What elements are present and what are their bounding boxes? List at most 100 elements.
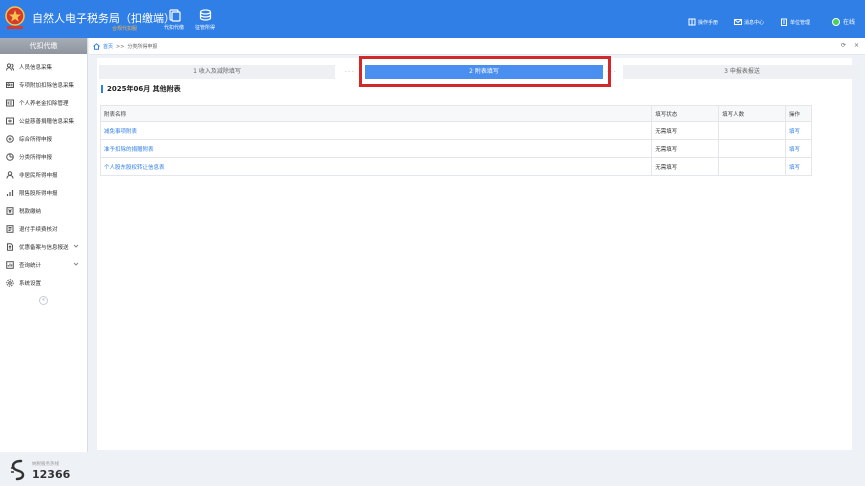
sidebar-item-classified-income[interactable]: 分类所得申报 — [0, 148, 88, 166]
building-icon — [781, 18, 787, 26]
sidebar-item-tax-payment[interactable]: 税款缴纳 — [0, 202, 88, 220]
sidebar-item-settings[interactable]: 系统设置 — [0, 274, 88, 292]
sidebar-item-label: 个人养老金扣除管理 — [19, 101, 69, 107]
wallet-icon — [6, 99, 14, 107]
mail-icon — [734, 19, 742, 25]
sidebar-item-label: 限售股所得申报 — [19, 191, 58, 197]
sidebar-item-special-deduction[interactable]: 专项附加扣除信息采集 — [0, 76, 88, 94]
table-row: 个人股东股权转让信息表 无需填写 填写 — [99, 157, 812, 176]
highlight-box — [359, 56, 611, 87]
messages-label: 消息中心 — [744, 19, 765, 26]
sidebar-item-comprehensive-income[interactable]: 综合所得申报 — [0, 130, 88, 148]
attachments-table: 附表名称 填写状态 填写人数 操作 减免事项附表 无需填写 填写 准予扣除的捐赠… — [99, 105, 812, 176]
top-nav-withholding[interactable]: 代扣代缴 — [160, 9, 188, 31]
header-fill-count: 填写人数 — [718, 105, 786, 122]
breadcrumb-bar: 首页 >> 分类所得申报 ⟳ × — [89, 38, 865, 55]
hotline-number: 12366 — [32, 468, 71, 481]
fill-count — [718, 157, 786, 176]
step-separator: - - - — [345, 69, 354, 75]
chevron-down-icon — [73, 262, 79, 266]
top-nav-label: 征管所得 — [194, 25, 215, 31]
breadcrumb-home[interactable]: 首页 — [103, 43, 113, 50]
home-icon — [93, 43, 100, 50]
attachment-name[interactable]: 准予扣除的捐赠附表 — [99, 139, 653, 158]
hotline-label: 纳税服务热线 — [32, 462, 59, 467]
fill-status: 无需填写 — [651, 121, 720, 140]
sidebar-item-donation[interactable]: 公益慈善捐赠信息采集 — [0, 112, 88, 130]
sidebar-item-label: 税款缴纳 — [19, 209, 42, 215]
bar-chart-icon — [6, 190, 14, 196]
fill-status: 无需填写 — [651, 139, 720, 158]
sidebar-item-label: 系统设置 — [19, 281, 42, 287]
sidebar-item-label: 人员信息采集 — [19, 65, 53, 71]
sidebar-item-label: 综合所得申报 — [19, 137, 53, 143]
attachment-name[interactable]: 减免事项附表 — [99, 121, 653, 140]
online-label: 在线 — [842, 19, 855, 26]
close-icon[interactable]: × — [854, 42, 859, 49]
form-panel: 1 收入及减除填写 - - - 2 附表填写 - - - 3 申报表报送 202… — [97, 56, 861, 450]
sidebar-collapse-button[interactable]: « — [39, 296, 48, 305]
fill-action-link[interactable]: 填写 — [785, 157, 812, 176]
gear-icon — [6, 279, 14, 287]
sidebar-item-pension[interactable]: 个人养老金扣除管理 — [0, 94, 88, 112]
sidebar-item-label: 优惠备案与信息报送 — [19, 245, 69, 251]
chevron-down-icon — [73, 244, 79, 248]
tax-icon — [6, 207, 14, 215]
header-attachment-name: 附表名称 — [99, 105, 653, 122]
header-fill-status: 填写状态 — [651, 105, 720, 122]
sidebar-item-restricted-shares[interactable]: 限售股所得申报 — [0, 184, 88, 202]
app-title: 自然人电子税务局（扣缴端） — [32, 12, 175, 25]
fill-status: 无需填写 — [651, 157, 720, 176]
app-subtitle: 合规代扣服 — [112, 26, 138, 32]
search-stats-icon — [6, 261, 14, 269]
pie-icon — [6, 153, 14, 161]
sidebar-item-label: 退付手续费核对 — [19, 227, 58, 233]
sidebar-item-preferential-filing[interactable]: 优惠备案与信息报送 — [0, 238, 88, 256]
people-icon — [6, 63, 14, 71]
fill-action-link[interactable]: 填写 — [785, 121, 812, 140]
sidebar-item-person-info[interactable]: 人员信息采集 — [0, 58, 88, 76]
document-stack-icon — [168, 9, 181, 22]
sidebar-item-refund-fee[interactable]: 退付手续费核对 — [0, 220, 88, 238]
fill-count — [718, 121, 786, 140]
breadcrumb-current: 分类所得申报 — [127, 44, 158, 50]
top-bar: 自然人电子税务局（扣缴端） 合规代扣服 代扣代缴 征管所得 操作手册 消息中心 … — [0, 0, 865, 38]
table-header-row: 附表名称 填写状态 填写人数 操作 — [99, 105, 812, 122]
step-income-fill[interactable]: 1 收入及减除填写 — [99, 65, 335, 79]
sidebar: 代扣代缴 人员信息采集 专项附加扣除信息采集 个人养老金扣除管理 公益慈善捐赠信… — [0, 38, 88, 481]
online-status[interactable]: 在线 — [831, 17, 855, 26]
sidebar-item-query-stats[interactable]: 查询统计 — [0, 256, 88, 274]
hotline-logo-icon — [11, 459, 25, 481]
sidebar-item-nonresident[interactable]: 非居民所得申报 — [0, 166, 88, 184]
breadcrumb: 首页 >> 分类所得申报 — [93, 43, 157, 50]
top-nav-label: 代扣代缴 — [163, 25, 184, 31]
sidebar-item-label: 分类所得申报 — [19, 155, 53, 161]
unit-manage-label: 单位管理 — [790, 19, 811, 26]
fill-action-link[interactable]: 填写 — [785, 139, 812, 158]
unit-manage-link[interactable]: 单位管理 — [780, 18, 810, 26]
sidebar-item-label: 非居民所得申报 — [19, 173, 58, 179]
coin-stack-icon — [199, 9, 211, 21]
online-dot-icon — [831, 17, 840, 26]
id-card-icon — [6, 82, 14, 88]
donation-icon — [6, 117, 14, 125]
person-icon — [6, 171, 14, 179]
step-submit[interactable]: 3 申报表报送 — [623, 65, 861, 79]
messages-link[interactable]: 消息中心 — [734, 18, 764, 26]
manual-link[interactable]: 操作手册 — [688, 18, 718, 26]
doc-icon — [6, 135, 14, 143]
checklist-icon — [6, 225, 14, 233]
book-icon — [688, 18, 696, 26]
sidebar-item-label: 专项附加扣除信息采集 — [19, 83, 75, 89]
file-upload-icon — [7, 243, 13, 251]
refresh-icon[interactable]: ⟳ — [841, 42, 846, 49]
top-nav-collection[interactable]: 征管所得 — [191, 9, 219, 31]
table-row: 减免事项附表 无需填写 填写 — [99, 121, 812, 140]
sidebar-header: 代扣代缴 — [0, 38, 87, 54]
sidebar-item-label: 公益慈善捐赠信息采集 — [19, 119, 75, 125]
fill-count — [718, 139, 786, 158]
attachment-name[interactable]: 个人股东股权转让信息表 — [99, 157, 653, 176]
manual-label: 操作手册 — [698, 19, 719, 26]
main-content: 1 收入及减除填写 - - - 2 附表填写 - - - 3 申报表报送 202… — [89, 56, 865, 452]
tax-emblem-logo — [5, 6, 25, 29]
